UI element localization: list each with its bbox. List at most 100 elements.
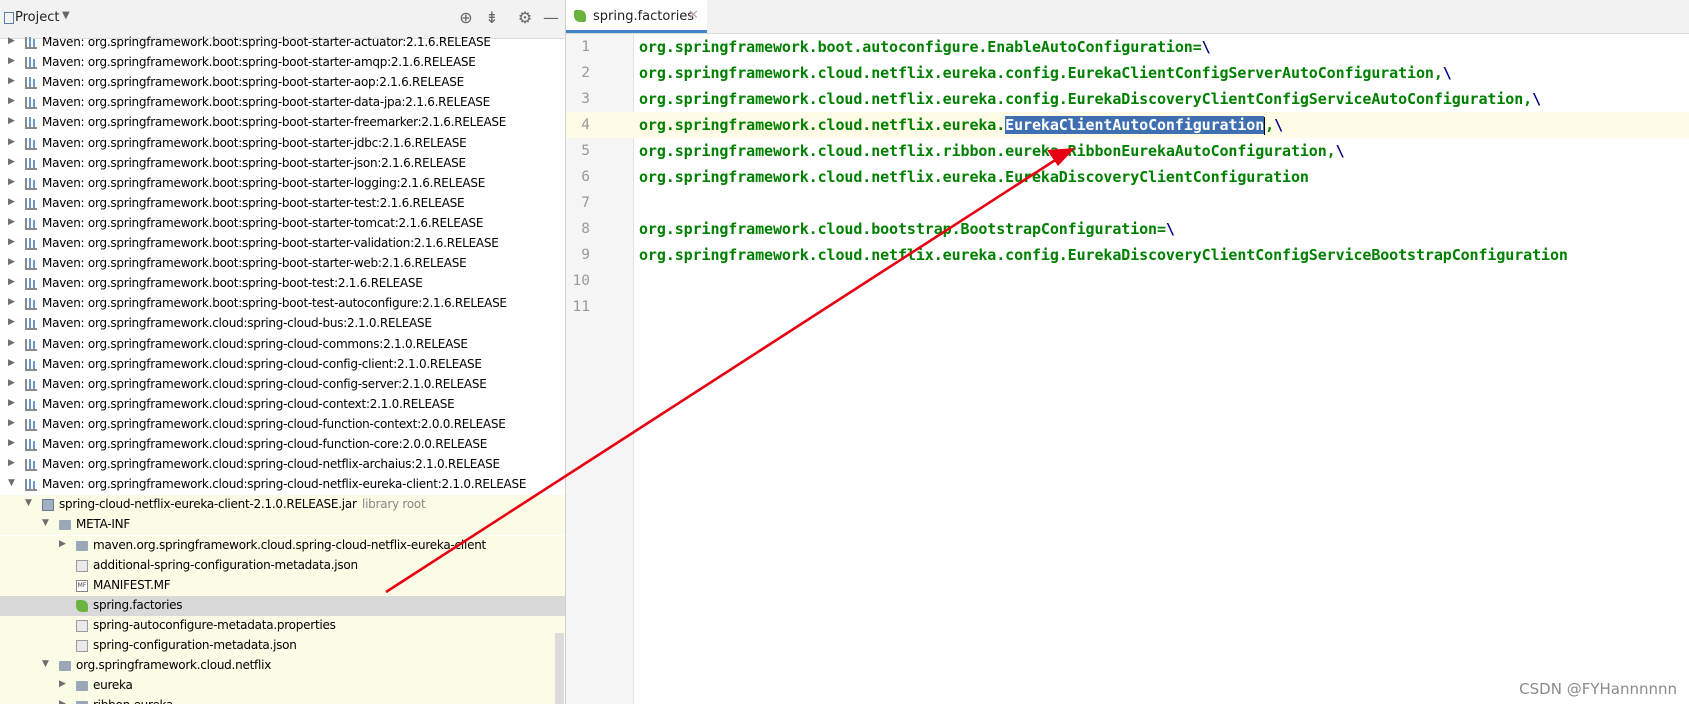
tree-item[interactable]: ▶ Maven: org.springframework.boot:spring-… [0,53,565,73]
collapsed-arrow-icon[interactable]: ▶ [8,217,15,227]
line-continuation: \ [1532,90,1542,108]
tree-item[interactable]: ▶ Maven: org.springframework.boot:spring-… [0,274,565,294]
tree-item[interactable]: ▶ Maven: org.springframework.cloud:spring… [0,335,565,355]
expanded-arrow-icon[interactable]: ▼ [42,659,49,669]
library-icon [25,479,37,492]
tree-item-label: spring-autoconfigure-metadata.properties [93,617,336,632]
collapsed-arrow-icon[interactable]: ▶ [59,679,66,689]
editor-pane: spring.factories ✕ 1 org.springframework.… [566,0,1689,704]
collapsed-arrow-icon[interactable]: ▶ [8,76,15,86]
tree-scrollbar[interactable] [555,633,564,704]
collapsed-arrow-icon[interactable]: ▶ [8,96,15,106]
tab-spring-factories[interactable]: spring.factories ✕ [566,0,707,33]
project-panel-title[interactable]: Project [15,10,59,25]
code-text-main: org.springframework.cloud.netflix.eureka… [639,90,1533,108]
code-line[interactable]: 1 org.springframework.boot.autoconfigure.… [566,34,1689,60]
tree-item[interactable]: ▼ org.springframework.cloud.netflix [0,656,565,677]
expanded-arrow-icon[interactable]: ▼ [8,478,15,488]
tree-item[interactable]: ▼ META-INF [0,515,565,536]
tree-item[interactable]: spring-configuration-metadata.json [0,636,565,656]
collapsed-arrow-icon[interactable]: ▶ [8,36,15,46]
collapsed-arrow-icon[interactable]: ▶ [8,157,15,167]
tree-item[interactable]: ▶ Maven: org.springframework.boot:spring-… [0,254,565,274]
tree-item-selected[interactable]: spring.factories [0,595,565,616]
code-text-main: org.springframework.cloud.netflix.eureka… [639,246,1568,264]
collapsed-arrow-icon[interactable]: ▶ [59,699,66,704]
tree-item[interactable]: ▶ Maven: org.springframework.boot:spring-… [0,234,565,254]
collapsed-arrow-icon[interactable]: ▶ [8,297,15,307]
code-line[interactable]: 10 [566,268,1689,294]
tree-item[interactable]: ▶ Maven: org.springframework.cloud:spring… [0,375,565,395]
gear-icon[interactable]: ⚙ [514,7,536,29]
code-line[interactable]: 6 org.springframework.cloud.netflix.eurek… [566,164,1689,190]
collapsed-arrow-icon[interactable]: ▶ [8,418,15,428]
collapsed-arrow-icon[interactable]: ▶ [8,438,15,448]
tree-item[interactable]: additional-spring-configuration-metadata… [0,555,565,576]
code-line[interactable]: 3 org.springframework.cloud.netflix.eurek… [566,86,1689,112]
code-line[interactable]: 5 org.springframework.cloud.netflix.ribbo… [566,138,1689,164]
tree-item[interactable]: ▶ Maven: org.springframework.boot:spring-… [0,33,565,53]
expanded-arrow-icon[interactable]: ▼ [25,498,32,508]
line-number: 6 [581,169,590,185]
tree-item[interactable]: ▶ Maven: org.springframework.cloud:spring… [0,435,565,455]
collapsed-arrow-icon[interactable]: ▶ [8,197,15,207]
tree-item[interactable]: ▶ Maven: org.springframework.boot:spring-… [0,134,565,154]
tree-item[interactable]: ▶ Maven: org.springframework.boot:spring-… [0,93,565,113]
tree-item[interactable]: ▼ spring-cloud-netflix-eureka-client-2.1.… [0,495,565,516]
tree-item[interactable]: ▶ Maven: org.springframework.boot:spring-… [0,174,565,194]
collapsed-arrow-icon[interactable]: ▶ [8,317,15,327]
tree-item[interactable]: ▶ Maven: org.springframework.boot:spring-… [0,194,565,214]
tree-item[interactable]: ▶ Maven: org.springframework.boot:spring-… [0,154,565,174]
code-line[interactable]: 4 org.springframework.cloud.netflix.eurek… [566,112,1689,138]
tree-item[interactable]: ▶ Maven: org.springframework.boot:spring-… [0,113,565,133]
tree-item[interactable]: ▶ Maven: org.springframework.cloud:spring… [0,395,565,415]
tree-item[interactable]: ▶ eureka [0,676,565,697]
collapsed-arrow-icon[interactable]: ▶ [8,458,15,468]
tree-item[interactable]: ▶ Maven: org.springframework.cloud:spring… [0,455,565,475]
minimize-icon[interactable]: — [540,7,562,29]
code-line[interactable]: 11 [566,294,1689,320]
manifest-file-icon: MF [76,579,88,592]
collapsed-arrow-icon[interactable]: ▶ [8,137,15,147]
tree-item[interactable]: ▶ Maven: org.springframework.boot:spring-… [0,294,565,314]
collapse-all-icon[interactable]: ⇟ [481,7,503,29]
code-line[interactable]: 2 org.springframework.cloud.netflix.eurek… [566,60,1689,86]
code-line[interactable]: 9 org.springframework.cloud.netflix.eurek… [566,242,1689,268]
collapsed-arrow-icon[interactable]: ▶ [8,116,15,126]
collapsed-arrow-icon[interactable]: ▶ [8,177,15,187]
collapsed-arrow-icon[interactable]: ▶ [8,398,15,408]
collapsed-arrow-icon[interactable]: ▶ [8,237,15,247]
tree-item-label: spring-configuration-metadata.json [93,638,297,652]
locate-icon[interactable]: ⊕ [455,7,477,29]
tree-item[interactable]: ▶ Maven: org.springframework.cloud:spring… [0,314,565,334]
collapsed-arrow-icon[interactable]: ▶ [8,338,15,348]
library-icon [25,459,37,472]
collapsed-arrow-icon[interactable]: ▶ [8,378,15,388]
selected-text[interactable]: EurekaClientAutoConfiguration [1005,116,1264,134]
line-continuation: \ [1165,220,1175,238]
tree-item-label: Maven: org.springframework.cloud:spring-… [42,356,482,371]
tree-item[interactable]: ▶ Maven: org.springframework.cloud:spring… [0,355,565,375]
collapsed-arrow-icon[interactable]: ▶ [8,358,15,368]
tree-item[interactable]: spring-autoconfigure-metadata.properties [0,615,565,636]
collapsed-arrow-icon[interactable]: ▶ [8,277,15,287]
code-line[interactable]: 8 org.springframework.cloud.bootstrap.Boo… [566,216,1689,242]
tree-item[interactable]: ▶ maven.org.springframework.cloud.spring-… [0,535,565,556]
code-line[interactable]: 7 [566,190,1689,216]
library-icon [25,258,37,271]
expanded-arrow-icon[interactable]: ▼ [42,518,49,528]
tree-item[interactable]: ▶ Maven: org.springframework.boot:spring-… [0,73,565,93]
tree-item[interactable]: ▼ Maven: org.springframework.cloud:spring… [0,475,565,495]
tree-item[interactable]: ▶ Maven: org.springframework.boot:spring-… [0,214,565,234]
collapsed-arrow-icon[interactable]: ▶ [8,56,15,66]
package-icon [76,681,88,692]
tree-item-label: eureka [93,678,133,693]
chevron-down-icon[interactable]: ▼ [62,10,70,21]
tree-item[interactable]: ▶ Maven: org.springframework.cloud:spring… [0,415,565,435]
tree-item[interactable]: ▶ ribbon.eureka [0,696,565,704]
collapsed-arrow-icon[interactable]: ▶ [8,257,15,267]
collapsed-arrow-icon[interactable]: ▶ [59,539,66,549]
library-icon [25,157,37,170]
tree-item[interactable]: MF MANIFEST.MF [0,575,565,596]
close-icon[interactable]: ✕ [688,8,699,23]
